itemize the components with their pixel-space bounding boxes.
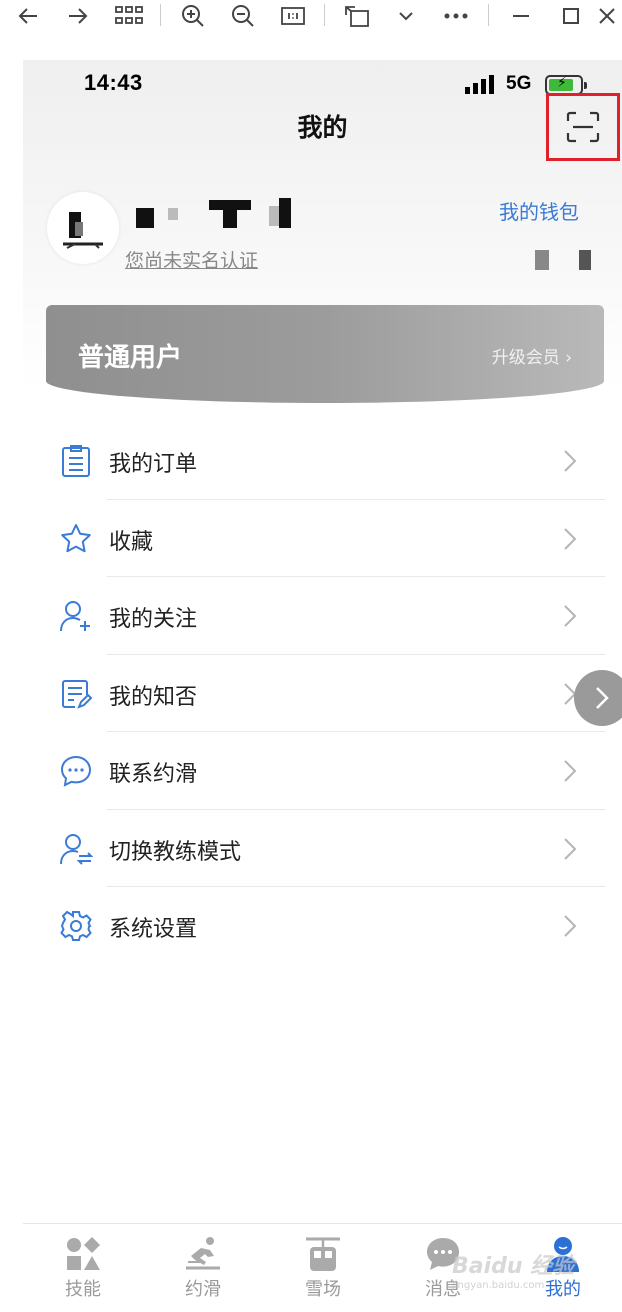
zoom-in-icon[interactable]	[178, 4, 208, 28]
scan-icon	[566, 111, 600, 143]
more-icon[interactable]	[440, 4, 472, 28]
signal-icon	[464, 75, 496, 99]
screenshot-root: 14:43 5G ⚡ 我的 您尚未实名认证 我的钱包 普通用户 升级会员 › 我…	[0, 0, 622, 1312]
tab-skills[interactable]: 技能	[23, 1224, 143, 1312]
tab-label: 约滑	[185, 1279, 221, 1300]
forward-arrow-icon[interactable]	[64, 4, 92, 28]
chevron-right-icon	[564, 837, 577, 860]
watermark-site: jingyan.baidu.com	[452, 1280, 545, 1291]
toolbar-divider	[324, 4, 325, 26]
menu-item-following[interactable]: 我的关注	[23, 577, 622, 655]
zoom-out-icon[interactable]	[228, 4, 258, 28]
wallet-link[interactable]: 我的钱包	[499, 196, 579, 225]
menu-item-label: 我的订单	[109, 452, 198, 477]
menu-item-settings[interactable]: 系统设置	[23, 887, 622, 965]
skier-icon	[186, 1237, 220, 1270]
chevron-down-icon[interactable]	[394, 4, 418, 28]
chat-bubble-icon	[60, 755, 92, 787]
menu-item-zhifou[interactable]: 我的知否	[23, 655, 622, 732]
menu-item-orders[interactable]: 我的订单	[23, 422, 622, 500]
viewer-toolbar	[0, 0, 622, 34]
avatar[interactable]	[47, 192, 119, 264]
network-type: 5G	[506, 73, 532, 94]
next-page-button[interactable]	[574, 670, 622, 726]
minimize-icon[interactable]	[508, 4, 534, 28]
gear-icon	[60, 910, 92, 941]
page-title: 我的	[297, 113, 348, 142]
cable-car-icon	[306, 1237, 340, 1271]
actual-size-icon[interactable]	[278, 4, 308, 28]
menu-list: 我的订单 收藏 我的关注 我的知否 联系约滑 切换教练模式 系统设置	[23, 422, 622, 965]
watermark-brand: Baidu 经验	[452, 1254, 575, 1279]
chevron-right-icon	[564, 527, 577, 550]
battery-icon: ⚡	[545, 75, 587, 95]
member-card[interactable]: 普通用户 升级会员 ›	[46, 305, 604, 403]
menu-item-label: 收藏	[109, 529, 154, 555]
menu-item-label: 系统设置	[109, 917, 198, 942]
grid-view-icon[interactable]	[112, 4, 146, 28]
toolbar-divider	[160, 4, 161, 26]
switch-user-icon	[60, 833, 93, 865]
status-time: 14:43	[84, 70, 143, 95]
scan-button[interactable]	[546, 93, 620, 161]
menu-item-label: 我的知否	[109, 684, 198, 710]
phone-screen: 14:43 5G ⚡ 我的 您尚未实名认证 我的钱包 普通用户 升级会员 › 我…	[23, 60, 622, 1312]
star-icon	[61, 523, 91, 552]
tab-label: 雪场	[305, 1279, 341, 1300]
back-arrow-icon[interactable]	[14, 4, 42, 28]
tab-ski-resort[interactable]: 雪场	[263, 1224, 383, 1312]
chevron-right-icon	[564, 915, 577, 937]
menu-item-label: 联系约滑	[109, 762, 198, 787]
note-icon	[62, 679, 93, 709]
menu-item-coach-mode[interactable]: 切换教练模式	[23, 810, 622, 887]
chevron-right-icon	[596, 687, 609, 709]
upgrade-member-link[interactable]: 升级会员 ›	[492, 343, 572, 368]
add-user-icon	[60, 601, 90, 632]
close-icon[interactable]	[594, 4, 620, 28]
menu-item-contact[interactable]: 联系约滑	[23, 732, 622, 810]
chevron-right-icon	[564, 760, 577, 782]
menu-item-favorites[interactable]: 收藏	[23, 500, 622, 577]
member-level: 普通用户	[78, 343, 183, 373]
watermark: Baidu 经验 jingyan.baidu.com	[452, 1248, 574, 1291]
menu-item-label: 我的关注	[109, 607, 198, 632]
realname-link[interactable]: 您尚未实名认证	[125, 246, 258, 273]
rotate-icon[interactable]	[342, 4, 372, 28]
skills-icon	[67, 1237, 100, 1270]
chevron-right-icon	[564, 450, 577, 472]
toolbar-divider	[488, 4, 489, 26]
maximize-icon[interactable]	[558, 4, 584, 28]
tab-label: 技能	[65, 1279, 101, 1300]
chevron-right-icon	[564, 605, 577, 627]
order-list-icon	[62, 445, 90, 477]
menu-item-label: 切换教练模式	[109, 839, 242, 865]
tab-meetup[interactable]: 约滑	[143, 1224, 263, 1312]
